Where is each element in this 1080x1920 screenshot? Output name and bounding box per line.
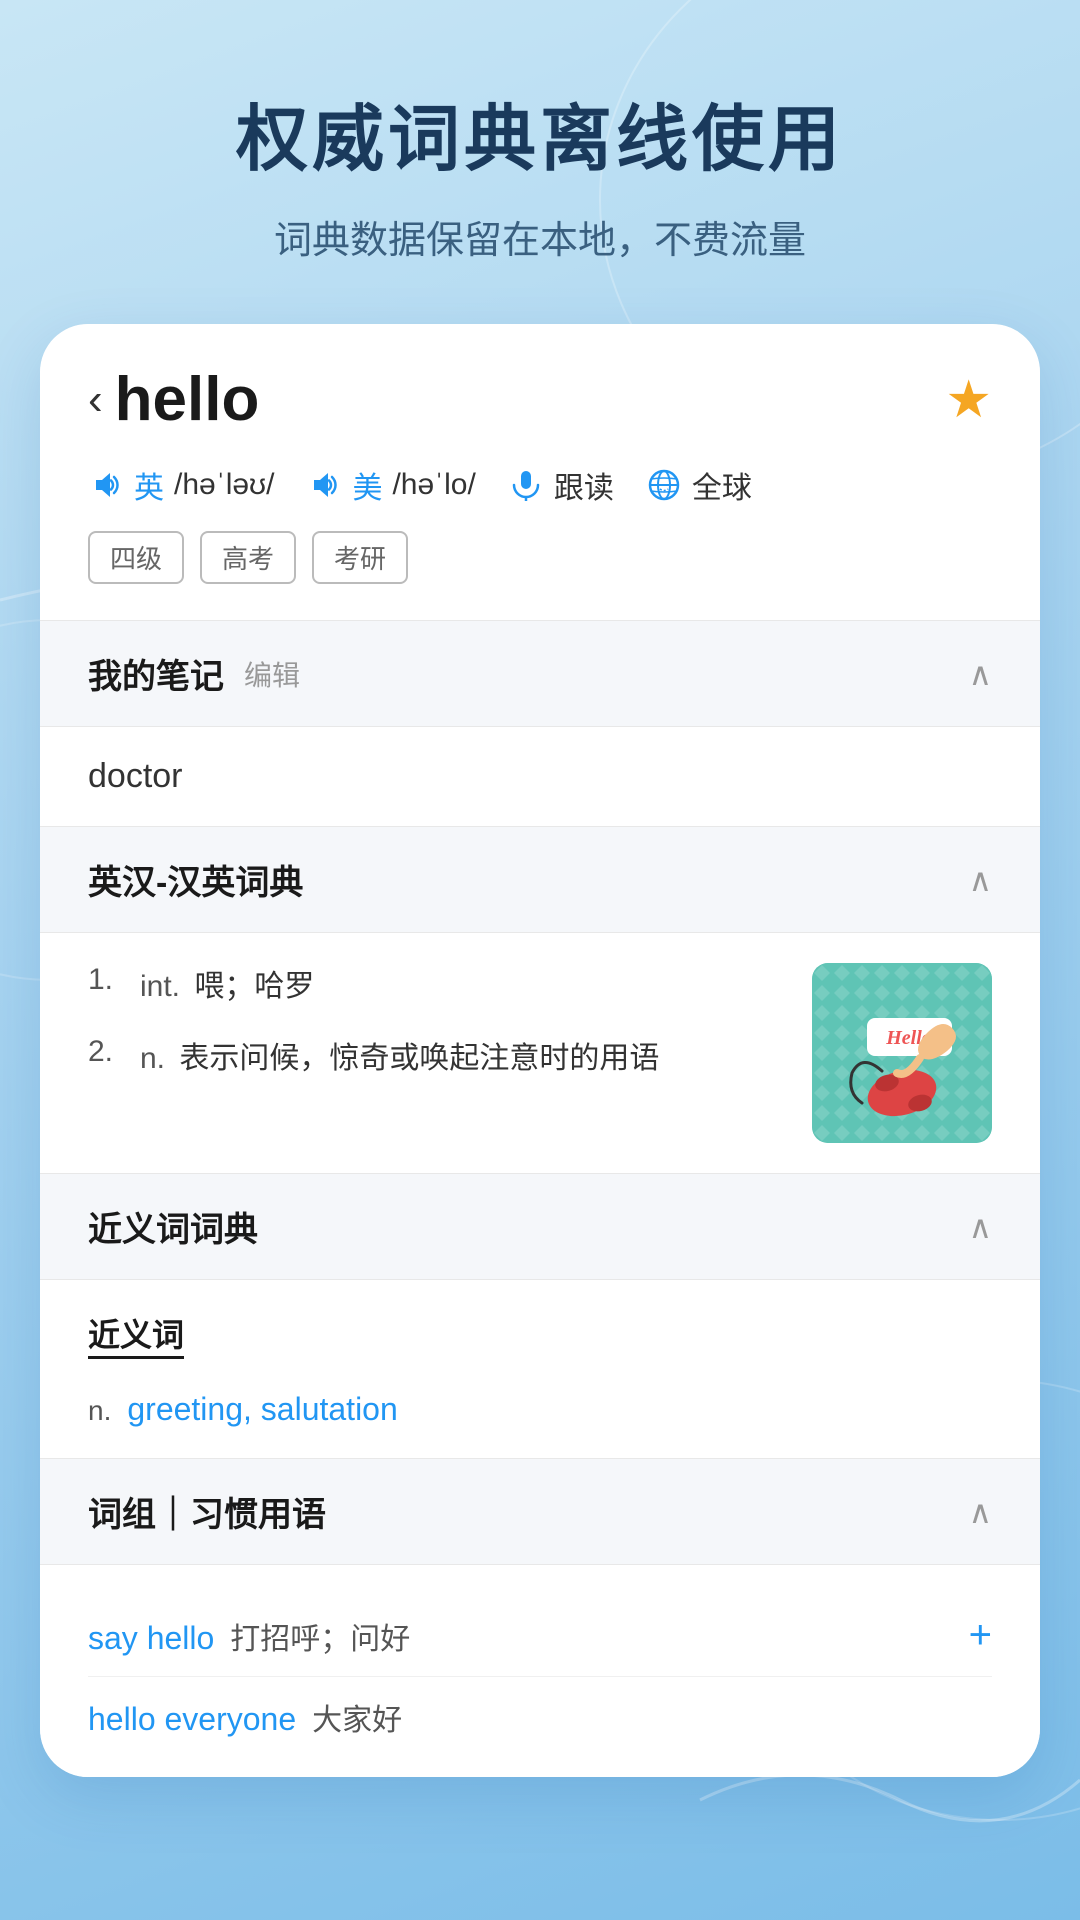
follow-label: 跟读	[554, 463, 614, 507]
notes-section-header[interactable]: 我的笔记 编辑 ∧	[40, 621, 1040, 726]
top-section: 权威词典离线使用 词典数据保留在本地，不费流量	[0, 0, 1080, 324]
us-label: 美	[352, 463, 382, 507]
notes-section-title: 我的笔记	[88, 649, 224, 698]
dict-section-title: 英汉-汉英词典	[88, 855, 303, 904]
synonym-label: 近义词	[88, 1310, 184, 1359]
note-text: doctor	[88, 757, 183, 795]
dictionary-card: ‹ hello ★ 英 /həˈləʊ/	[40, 324, 1040, 1777]
synonym-content: 近义词 n. greeting, salutation	[40, 1280, 1040, 1458]
follow-reading[interactable]: 跟读	[508, 463, 614, 507]
notes-content: doctor	[40, 727, 1040, 826]
phrase-2-meaning: 大家好	[312, 1695, 402, 1739]
globe-icon	[646, 467, 682, 503]
phrase-1-word[interactable]: say hello	[88, 1620, 214, 1657]
global-label: 全球	[692, 463, 752, 507]
phrases-collapse-icon[interactable]: ∧	[969, 1493, 992, 1531]
word-back-row: ‹ hello	[88, 364, 259, 435]
phrases-section-title: 词组｜习惯用语	[88, 1487, 326, 1536]
definition-2: 2. n. 表示问候，惊奇或唤起注意时的用语	[88, 1035, 788, 1083]
sub-title: 词典数据保留在本地，不费流量	[60, 209, 1020, 264]
tag-kaoyan: 考研	[312, 531, 408, 584]
word-title-row: ‹ hello ★	[88, 364, 992, 435]
phrases-content: say hello 打招呼；问好 + hello everyone 大家好	[40, 1565, 1040, 1777]
hello-illustration: Hello	[812, 963, 992, 1143]
exam-tags: 四级 高考 考研	[88, 531, 992, 584]
dict-collapse-icon[interactable]: ∧	[969, 861, 992, 899]
synonym-section-title: 近义词词典	[88, 1202, 258, 1251]
notes-collapse-icon[interactable]: ∧	[969, 655, 992, 693]
def-num-2: 2.	[88, 1035, 128, 1083]
phrase-1-meaning: 打招呼；问好	[230, 1614, 410, 1658]
word-header: ‹ hello ★ 英 /həˈləʊ/	[40, 324, 1040, 620]
phrase-item-1: say hello 打招呼；问好 +	[88, 1595, 992, 1677]
uk-label: 英	[134, 463, 164, 507]
def-text-1: int. 喂；哈罗	[140, 963, 314, 1011]
tag-cet4: 四级	[88, 531, 184, 584]
us-pronunciation[interactable]: 美 /həˈlo/	[306, 463, 475, 507]
tag-gaokao: 高考	[200, 531, 296, 584]
definition-1: 1. int. 喂；哈罗	[88, 963, 788, 1011]
phrase-item-2: hello everyone 大家好	[88, 1677, 992, 1757]
dictionary-content: 1. int. 喂；哈罗 2. n. 表示问候，惊奇或唤起注意时的用语	[40, 933, 1040, 1173]
us-speaker-icon[interactable]	[306, 467, 342, 503]
def-text-2: n. 表示问候，惊奇或唤起注意时的用语	[140, 1035, 659, 1083]
uk-speaker-icon[interactable]	[88, 467, 124, 503]
phrase-1-left: say hello 打招呼；问好	[88, 1614, 410, 1658]
synonym-pos: n.	[88, 1395, 111, 1427]
phrases-section-header[interactable]: 词组｜习惯用语 ∧	[40, 1459, 1040, 1564]
uk-pron-text: /həˈləʊ/	[174, 468, 274, 502]
notes-header-left: 我的笔记 编辑	[88, 649, 300, 698]
phrase-2-word[interactable]: hello everyone	[88, 1701, 296, 1738]
word-display: hello	[115, 364, 260, 435]
us-pron-text: /həˈlo/	[392, 468, 475, 502]
phrase-2-left: hello everyone 大家好	[88, 1695, 402, 1739]
pronunciation-row: 英 /həˈləʊ/ 美 /həˈlo/ 跟读	[88, 463, 992, 507]
back-button[interactable]: ‹	[88, 375, 103, 425]
phrase-1-add-button[interactable]: +	[969, 1613, 992, 1658]
mic-icon	[508, 467, 544, 503]
synonym-section-header[interactable]: 近义词词典 ∧	[40, 1174, 1040, 1279]
synonym-row: n. greeting, salutation	[88, 1391, 992, 1428]
notes-edit-button[interactable]: 编辑	[244, 654, 300, 694]
main-title: 权威词典离线使用	[60, 80, 1020, 185]
uk-pronunciation[interactable]: 英 /həˈləʊ/	[88, 463, 274, 507]
definitions-list: 1. int. 喂；哈罗 2. n. 表示问候，惊奇或唤起注意时的用语	[88, 963, 788, 1143]
def-num-1: 1.	[88, 963, 128, 1011]
synonym-words[interactable]: greeting, salutation	[127, 1391, 397, 1428]
dict-section-header[interactable]: 英汉-汉英词典 ∧	[40, 827, 1040, 932]
synonym-collapse-icon[interactable]: ∧	[969, 1208, 992, 1246]
global-pronunciation[interactable]: 全球	[646, 463, 752, 507]
favorite-button[interactable]: ★	[945, 370, 992, 430]
